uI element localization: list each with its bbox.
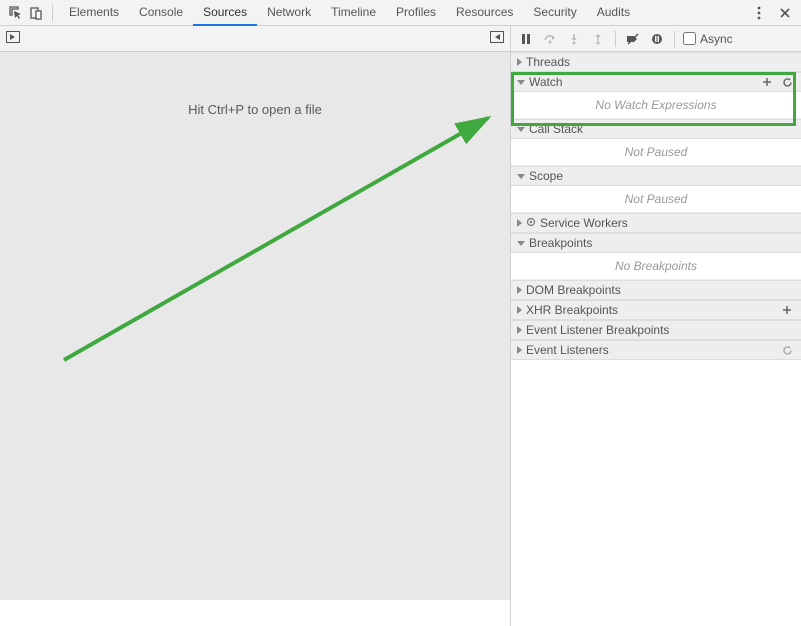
- deactivate-breakpoints-icon[interactable]: [622, 29, 644, 49]
- chevron-down-icon: [517, 80, 525, 85]
- section-label: Call Stack: [529, 122, 583, 136]
- async-checkbox-label: Async: [700, 32, 733, 46]
- scope-section-header[interactable]: Scope: [511, 166, 801, 186]
- device-icon[interactable]: [26, 3, 46, 23]
- chevron-right-icon: [517, 346, 522, 354]
- add-watch-icon[interactable]: [759, 74, 775, 90]
- show-debugger-icon[interactable]: [490, 31, 504, 46]
- main-split: Hit Ctrl+P to open a file: [0, 26, 801, 626]
- panel-tab-timeline[interactable]: Timeline: [321, 0, 386, 26]
- section-label: Threads: [526, 55, 570, 69]
- chevron-down-icon: [517, 174, 525, 179]
- pause-icon[interactable]: [515, 29, 537, 49]
- chevron-down-icon: [517, 241, 525, 246]
- refresh-watch-icon[interactable]: [779, 74, 795, 90]
- service-workers-section-header[interactable]: Service Workers: [511, 213, 801, 233]
- kebab-menu-icon[interactable]: [749, 3, 769, 23]
- threads-section-header[interactable]: Threads: [511, 52, 801, 72]
- panel-tabs: ElementsConsoleSourcesNetworkTimelinePro…: [59, 0, 640, 26]
- chevron-down-icon: [517, 127, 525, 132]
- add-xhr-breakpoint-icon[interactable]: [779, 302, 795, 318]
- event-listener-breakpoints-section-header[interactable]: Event Listener Breakpoints: [511, 320, 801, 340]
- section-label: Scope: [529, 169, 563, 183]
- call-stack-section-body: Not Paused: [511, 139, 801, 166]
- section-label: Breakpoints: [529, 236, 592, 250]
- step-over-icon[interactable]: [539, 29, 561, 49]
- debug-toolbar: Async: [511, 26, 801, 52]
- debug-toolbar-sep: [615, 31, 616, 47]
- chevron-right-icon: [517, 326, 522, 334]
- breakpoints-section-body: No Breakpoints: [511, 253, 801, 280]
- step-out-icon[interactable]: [587, 29, 609, 49]
- chevron-right-icon: [517, 58, 522, 66]
- toolbar-separator: [52, 5, 53, 21]
- refresh-event-listeners-icon[interactable]: [779, 342, 795, 358]
- event-listeners-section-header[interactable]: Event Listeners: [511, 340, 801, 360]
- close-icon[interactable]: [775, 3, 795, 23]
- pause-on-exceptions-icon[interactable]: [646, 29, 668, 49]
- scope-section-body: Not Paused: [511, 186, 801, 213]
- gear-icon: [526, 216, 536, 230]
- call-stack-section-header[interactable]: Call Stack: [511, 119, 801, 139]
- chevron-right-icon: [517, 286, 522, 294]
- watch-section-body: No Watch Expressions: [511, 92, 801, 119]
- debugger-pane: Async Threads Watch No Watch Expressions…: [511, 26, 801, 626]
- chevron-right-icon: [517, 306, 522, 314]
- panel-tab-audits[interactable]: Audits: [587, 0, 640, 26]
- editor-toolbar: [0, 26, 510, 52]
- editor-area: Hit Ctrl+P to open a file: [0, 52, 510, 600]
- show-navigator-icon[interactable]: [6, 31, 20, 46]
- panel-tab-network[interactable]: Network: [257, 0, 321, 26]
- async-checkbox[interactable]: Async: [683, 32, 733, 46]
- panel-tab-security[interactable]: Security: [523, 0, 586, 26]
- panel-tab-resources[interactable]: Resources: [446, 0, 523, 26]
- async-checkbox-input[interactable]: [683, 32, 696, 45]
- section-label: Service Workers: [540, 216, 628, 230]
- section-label: Event Listeners: [526, 343, 609, 357]
- chevron-right-icon: [517, 219, 522, 227]
- step-into-icon[interactable]: [563, 29, 585, 49]
- section-label: DOM Breakpoints: [526, 283, 621, 297]
- panel-tab-profiles[interactable]: Profiles: [386, 0, 446, 26]
- panel-tab-console[interactable]: Console: [129, 0, 193, 26]
- inspect-icon[interactable]: [6, 3, 26, 23]
- xhr-breakpoints-section-header[interactable]: XHR Breakpoints: [511, 300, 801, 320]
- main-toolbar: ElementsConsoleSourcesNetworkTimelinePro…: [0, 0, 801, 26]
- dom-breakpoints-section-header[interactable]: DOM Breakpoints: [511, 280, 801, 300]
- panel-tab-elements[interactable]: Elements: [59, 0, 129, 26]
- open-file-hint: Hit Ctrl+P to open a file: [0, 102, 510, 117]
- debug-toolbar-sep: [674, 31, 675, 47]
- panel-tab-sources[interactable]: Sources: [193, 0, 257, 26]
- section-label: XHR Breakpoints: [526, 303, 618, 317]
- breakpoints-section-header[interactable]: Breakpoints: [511, 233, 801, 253]
- section-label: Event Listener Breakpoints: [526, 323, 669, 337]
- editor-bottom-pad: [0, 600, 510, 626]
- section-label: Watch: [529, 75, 563, 89]
- sources-editor-pane: Hit Ctrl+P to open a file: [0, 26, 511, 626]
- watch-section-header[interactable]: Watch: [511, 72, 801, 92]
